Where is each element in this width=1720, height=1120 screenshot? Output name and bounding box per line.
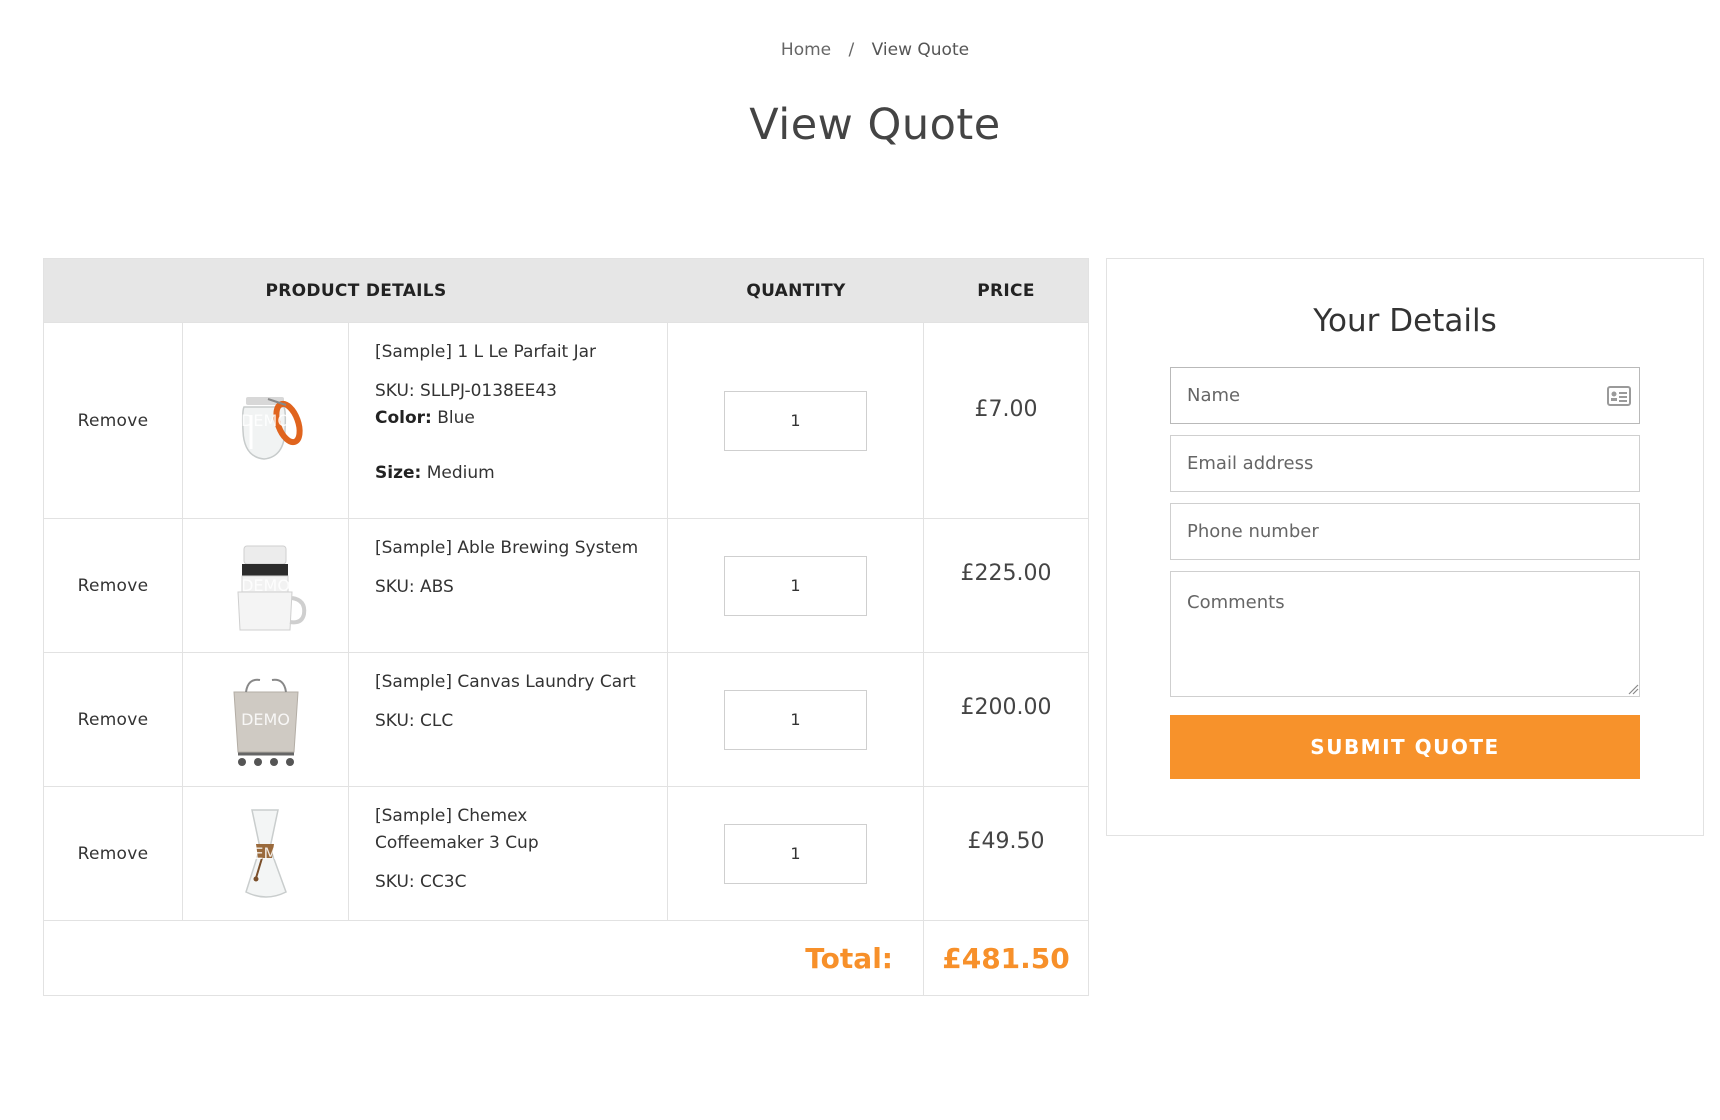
total-row: Total: £481.50 — [44, 920, 1088, 995]
product-name[interactable]: [Sample] 1 L Le Parfait Jar — [375, 339, 641, 366]
remove-link[interactable]: Remove — [78, 576, 149, 596]
remove-link[interactable]: Remove — [78, 710, 149, 730]
table-row: Remove DEMO [Sample] 1 L Le Parfait Jar … — [44, 322, 1088, 518]
breadcrumb: Home / View Quote — [0, 40, 1720, 60]
submit-quote-button[interactable]: SUBMIT QUOTE — [1170, 715, 1640, 779]
product-info: [Sample] Able Brewing System SKU: ABS — [349, 519, 668, 652]
table-header: PRODUCT DETAILS QUANTITY PRICE — [44, 259, 1088, 322]
product-image[interactable]: DEMO — [216, 804, 316, 904]
quantity-input[interactable] — [724, 390, 867, 451]
table-row: Remove DEMO [Sample] Able Brewing System… — [44, 518, 1088, 652]
phone-field[interactable] — [1170, 503, 1640, 560]
product-price: £200.00 — [960, 695, 1052, 720]
product-sku: SKU: CLC — [375, 711, 454, 731]
size-label: Size: — [375, 463, 422, 483]
product-info: [Sample] Chemex Coffeemaker 3 Cup SKU: C… — [349, 787, 668, 920]
product-name[interactable]: [Sample] Able Brewing System — [375, 535, 641, 562]
product-price: £49.50 — [967, 829, 1045, 854]
contact-card-icon — [1607, 386, 1631, 406]
total-value: £481.50 — [942, 941, 1070, 975]
demo-watermark: DEMO — [241, 709, 290, 729]
table-row: Remove DEMO [Sample] Chemex Coffeemaker … — [44, 786, 1088, 920]
column-header-price: PRICE — [977, 280, 1035, 301]
size-value: Medium — [426, 463, 495, 483]
product-sku: SKU: CC3C — [375, 872, 467, 892]
details-title: Your Details — [1313, 303, 1497, 339]
product-info: [Sample] Canvas Laundry Cart SKU: CLC — [349, 653, 668, 786]
product-info: [Sample] 1 L Le Parfait Jar SKU: SLLPJ-0… — [349, 323, 668, 518]
quote-table: PRODUCT DETAILS QUANTITY PRICE Remove DE… — [43, 258, 1089, 996]
product-name[interactable]: [Sample] Chemex Coffeemaker 3 Cup — [375, 803, 641, 857]
column-header-quantity: QUANTITY — [746, 280, 846, 301]
product-sku: SKU: ABS — [375, 577, 454, 597]
breadcrumb-home-link[interactable]: Home — [781, 40, 831, 60]
breadcrumb-current: View Quote — [871, 40, 970, 60]
name-field[interactable] — [1170, 367, 1640, 424]
product-price: £225.00 — [960, 561, 1052, 586]
column-header-product-details: PRODUCT DETAILS — [265, 280, 447, 301]
product-price: £7.00 — [974, 397, 1038, 422]
breadcrumb-separator: / — [848, 40, 855, 60]
comments-field[interactable] — [1170, 571, 1640, 697]
demo-watermark: DEMO — [241, 410, 290, 430]
details-panel: Your Details SUBMIT QUOTE — [1106, 258, 1704, 836]
product-color: Color: Blue — [375, 405, 641, 432]
demo-watermark: DEMO — [241, 843, 290, 863]
product-image[interactable]: DEMO — [216, 670, 316, 770]
total-label: Total: — [44, 921, 924, 995]
product-sku: SKU: SLLPJ-0138EE43 — [375, 381, 557, 401]
color-label: Color: — [375, 408, 432, 428]
product-image[interactable]: DEMO — [216, 371, 316, 471]
resize-grip-icon[interactable] — [1627, 683, 1639, 695]
email-field[interactable] — [1170, 435, 1640, 492]
table-row: Remove DEMO [Sample] Canvas Laundry Cart… — [44, 652, 1088, 786]
product-name[interactable]: [Sample] Canvas Laundry Cart — [375, 669, 641, 696]
product-image[interactable]: DEMO — [216, 536, 316, 636]
remove-link[interactable]: Remove — [78, 411, 149, 431]
color-value: Blue — [437, 408, 475, 428]
product-size: Size: Medium — [375, 460, 641, 487]
quantity-input[interactable] — [724, 689, 867, 750]
remove-link[interactable]: Remove — [78, 844, 149, 864]
demo-watermark: DEMO — [241, 575, 290, 595]
page-title: View Quote — [749, 100, 1001, 150]
quantity-input[interactable] — [724, 555, 867, 616]
quantity-input[interactable] — [724, 823, 867, 884]
